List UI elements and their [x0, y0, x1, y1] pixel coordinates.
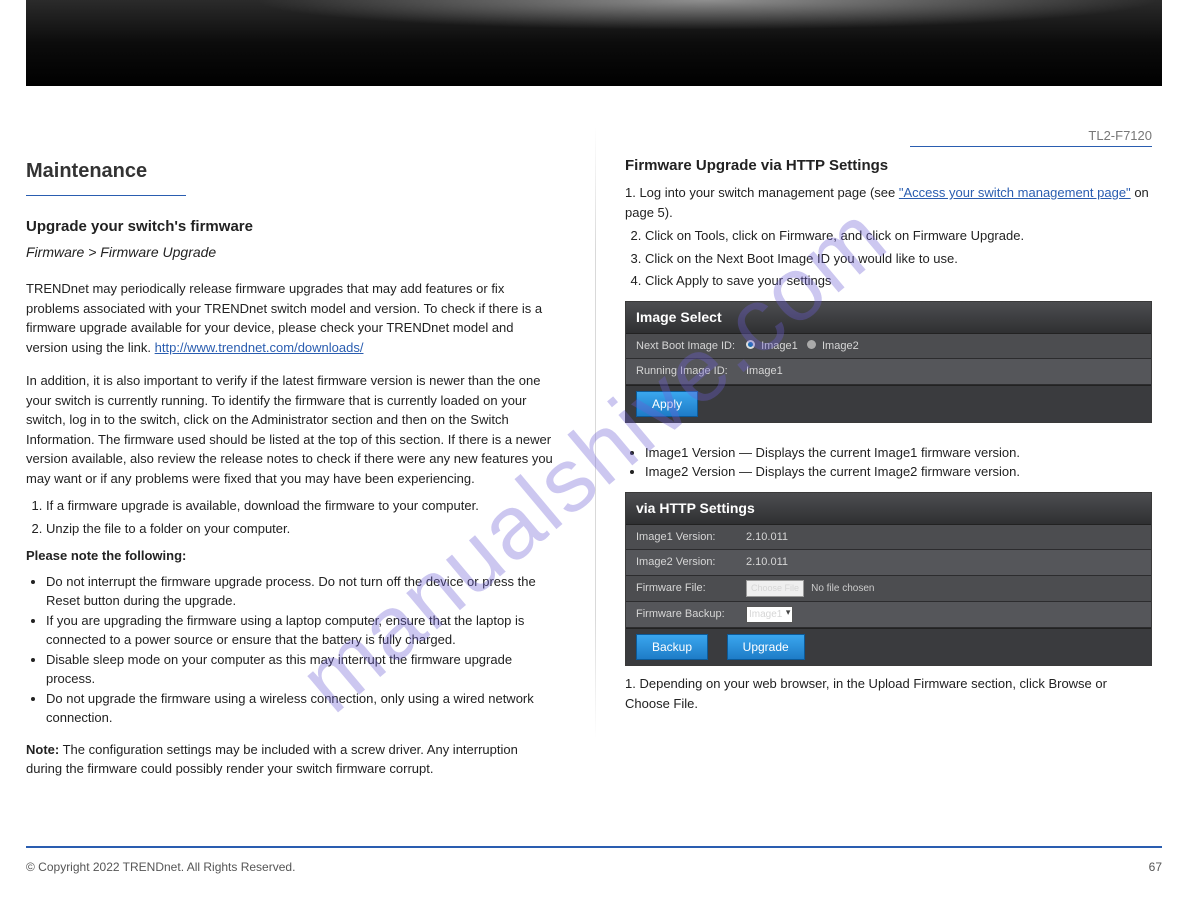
list-item: Image1 Version — Displays the current Im… — [645, 443, 1152, 463]
footer-rule — [26, 846, 1162, 848]
table-row: Image2 Version: 2.10.011 — [626, 550, 1151, 576]
left-steps: If a firmware upgrade is available, down… — [26, 496, 554, 538]
downloads-link[interactable]: http://www.trendnet.com/downloads/ — [155, 340, 364, 355]
table-row: Next Boot Image ID: Image1 Image2 — [626, 334, 1151, 360]
table-row: Firmware File: Choose File No file chose… — [626, 576, 1151, 603]
no-file-text: No file chosen — [811, 583, 874, 594]
radio-image1[interactable] — [746, 340, 755, 349]
subintro: Firmware > Firmware Upgrade — [26, 242, 554, 263]
model-label: TL2-F7120 — [625, 126, 1152, 146]
list-item: Do not interrupt the firmware upgrade pr… — [46, 572, 554, 611]
caption-text: Depending on your web browser, in the Up… — [625, 676, 1107, 711]
img2v-label: Image2 Version: — [636, 554, 746, 571]
table-row: Firmware Backup: Image1 — [626, 602, 1151, 628]
instr-text: 1. Log into your switch management page … — [625, 185, 899, 200]
subhead: Upgrade your switch's firmware — [26, 216, 554, 239]
note-bold: Note: — [26, 742, 59, 757]
img2v-value: 2.10.011 — [746, 554, 1141, 571]
running-label: Running Image ID: — [636, 363, 746, 380]
instr-link[interactable]: "Access your switch management page" — [899, 185, 1131, 200]
footer: © Copyright 2022 TRENDnet. All Rights Re… — [26, 860, 1162, 874]
via-http-settings-panel: via HTTP Settings Image1 Version: 2.10.0… — [625, 492, 1152, 667]
note-text: The configuration settings may be includ… — [26, 742, 518, 777]
tips-list: Do not interrupt the firmware upgrade pr… — [26, 572, 554, 728]
list-item: If a firmware upgrade is available, down… — [46, 496, 554, 516]
radio-label: Image1 — [761, 340, 798, 352]
choose-file-button[interactable]: Choose File — [746, 580, 804, 598]
table-row: Image1 Version: 2.10.011 — [626, 525, 1151, 551]
image-select-panel: Image Select Next Boot Image ID: Image1 … — [625, 301, 1152, 423]
panel-title: Image Select — [626, 302, 1151, 334]
list-item: If you are upgrading the firmware using … — [46, 611, 554, 650]
right-heading: Firmware Upgrade via HTTP Settings — [625, 155, 1152, 178]
tips-label: Please note the following: — [26, 548, 186, 563]
upgrade-button[interactable]: Upgrade — [727, 634, 805, 660]
apply-button[interactable]: Apply — [636, 391, 698, 417]
bullets-list: Image1 Version — Displays the current Im… — [625, 443, 1152, 482]
section-title: Maintenance — [26, 156, 554, 186]
list-item: Image2 Version — Displays the current Im… — [645, 462, 1152, 482]
copyright: © Copyright 2022 TRENDnet. All Rights Re… — [26, 860, 295, 874]
list-item: Unzip the file to a folder on your compu… — [46, 519, 554, 539]
img1v-label: Image1 Version: — [636, 529, 746, 546]
section-underline — [26, 190, 186, 196]
fw-backup-select[interactable]: Image1 — [746, 606, 793, 623]
radio-label: Image2 — [822, 340, 859, 352]
caption: 1. Depending on your web browser, in the… — [625, 674, 1152, 713]
right-steps: Click on Tools, click on Firmware, and c… — [625, 226, 1152, 291]
page-number: 67 — [1149, 860, 1162, 874]
radio-image2[interactable] — [807, 340, 816, 349]
list-item: Do not upgrade the firmware using a wire… — [46, 689, 554, 728]
header-banner — [26, 0, 1162, 86]
list-item: Disable sleep mode on your computer as t… — [46, 650, 554, 689]
right-underline — [910, 146, 1152, 147]
next-boot-label: Next Boot Image ID: — [636, 338, 746, 355]
list-item: Click Apply to save your settings — [645, 271, 1152, 291]
caption-num: 1. — [625, 676, 636, 691]
running-value: Image1 — [746, 363, 1141, 380]
list-item: Click on the Next Boot Image ID you woul… — [645, 249, 1152, 269]
fw-file-label: Firmware File: — [636, 580, 746, 597]
fw-backup-label: Firmware Backup: — [636, 606, 746, 623]
table-row: Running Image ID: Image1 — [626, 359, 1151, 385]
list-item: Click on Tools, click on Firmware, and c… — [645, 226, 1152, 246]
backup-button[interactable]: Backup — [636, 634, 708, 660]
para2: In addition, it is also important to ver… — [26, 371, 554, 488]
img1v-value: 2.10.011 — [746, 529, 1141, 546]
panel-title: via HTTP Settings — [626, 493, 1151, 525]
